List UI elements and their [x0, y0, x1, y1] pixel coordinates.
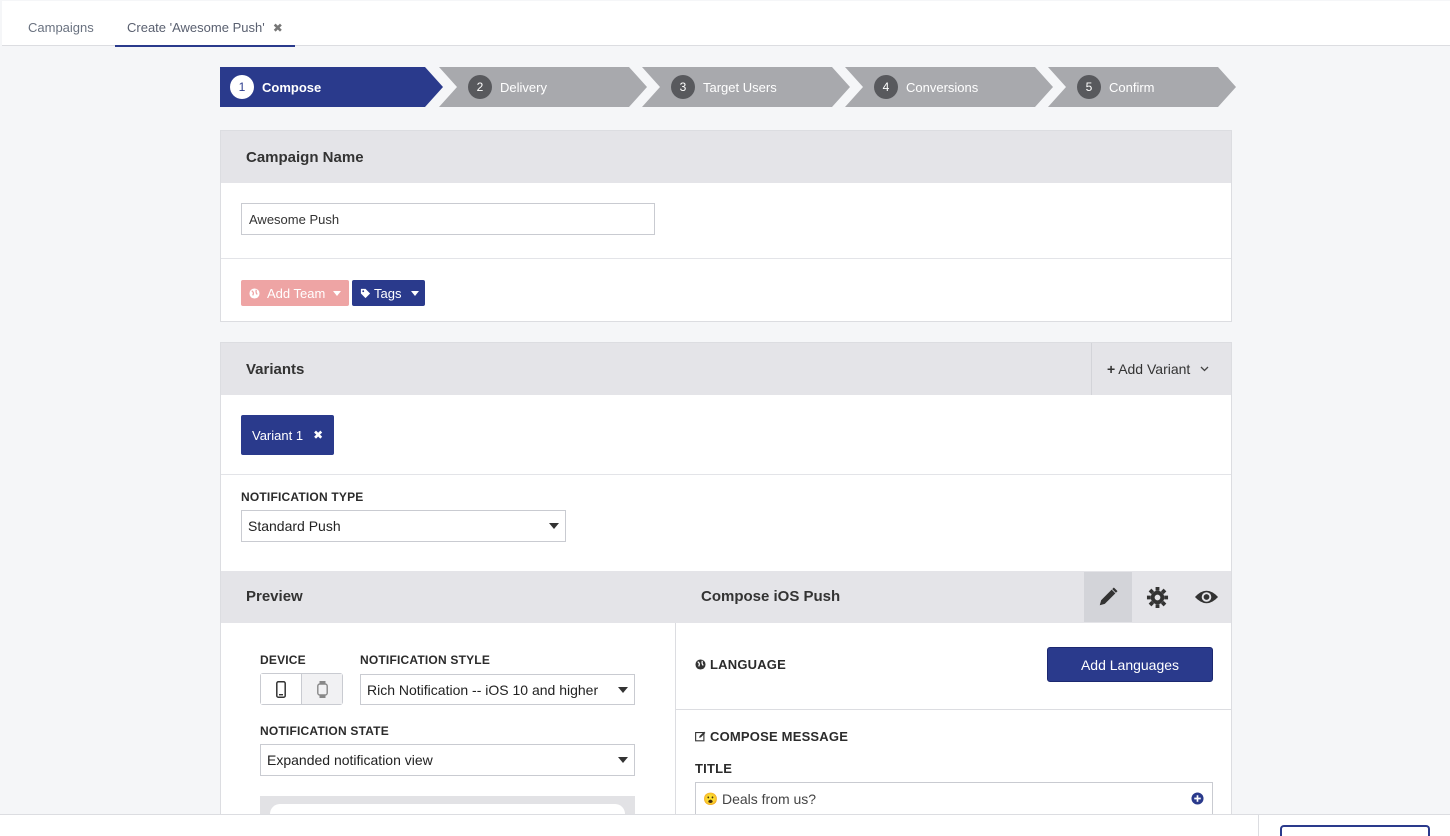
close-tab-icon[interactable]: ✖: [273, 21, 283, 35]
title-value: Deals from us?: [721, 790, 817, 807]
eye-icon: [1194, 590, 1218, 604]
preview-compose-header: Preview Compose iOS Push: [221, 571, 1231, 623]
notification-type-select[interactable]: Standard Push: [241, 510, 566, 542]
caret-down-icon: [549, 523, 559, 529]
notification-style-label: NOTIFICATION STYLE: [360, 653, 491, 667]
device-watch-button[interactable]: [302, 674, 342, 704]
step-label: Delivery: [500, 79, 547, 95]
notification-state-value: Expanded notification view: [267, 752, 433, 768]
notification-type-label: NOTIFICATION TYPE: [241, 490, 364, 504]
tags-button[interactable]: Tags: [352, 280, 425, 306]
edit-square-icon: [695, 731, 706, 742]
step-label: Target Users: [703, 79, 777, 95]
tag-icon: [360, 288, 371, 298]
chevron-down-icon: [1200, 366, 1209, 372]
preview-compose-body: DEVICE NOTIFICATION STYLE Rich Notificat…: [221, 623, 1231, 836]
compose-message-label: COMPOSE MESSAGE: [710, 729, 849, 744]
compose-title: Compose iOS Push: [701, 588, 841, 605]
title-label: TITLE: [695, 761, 733, 776]
step-number: 4: [874, 75, 898, 99]
settings-button[interactable]: [1133, 572, 1181, 622]
notification-type-section: NOTIFICATION TYPE Standard Push: [221, 475, 1231, 571]
device-phone-button[interactable]: [261, 674, 302, 704]
variant-list: Variant 1 ✖: [221, 395, 1231, 475]
preview-title: Preview: [246, 588, 303, 605]
footer-divider: [1258, 815, 1259, 836]
language-label: LANGUAGE: [710, 657, 786, 672]
step-label: Compose: [262, 79, 322, 95]
step-number: 5: [1077, 75, 1101, 99]
plus-icon: +: [1107, 361, 1116, 377]
variants-card: Variants + Add Variant Variant 1 ✖ NOTIF…: [220, 342, 1232, 836]
step-number: 3: [671, 75, 695, 99]
device-label: DEVICE: [260, 653, 306, 667]
step-confirm[interactable]: 5 Confirm: [1048, 67, 1236, 107]
notification-type-value: Standard Push: [248, 518, 341, 534]
gear-icon: [1146, 586, 1168, 608]
compose-panel: LANGUAGE Add Languages COMPOSE MESSAGE T…: [676, 623, 1231, 836]
phone-icon: [276, 680, 286, 698]
notification-style-value: Rich Notification -- iOS 10 and higher: [367, 681, 599, 698]
campaign-name-section: Awesome Push: [221, 183, 1231, 259]
team-tags-section: Add Team Tags: [221, 259, 1231, 321]
step-number: 2: [468, 75, 492, 99]
add-variant-button[interactable]: + Add Variant: [1091, 343, 1231, 395]
tags-label: Tags: [374, 285, 402, 301]
language-section: LANGUAGE Add Languages: [676, 623, 1231, 710]
footer-action-button[interactable]: [1280, 825, 1430, 836]
globe-icon: [249, 287, 260, 299]
wizard-steps: 1 Compose 2 Delivery 3 Target Users 4 Co…: [220, 67, 1236, 107]
compose-message-heading: COMPOSE MESSAGE: [695, 729, 848, 744]
chevron-down-icon: [333, 290, 342, 296]
add-variant-label: Add Variant: [1118, 361, 1191, 377]
title-input[interactable]: 😮 Deals from us?: [695, 782, 1213, 815]
campaign-name-header: Campaign Name: [221, 131, 1231, 183]
tab-create-label: Create 'Awesome Push': [127, 20, 265, 35]
language-heading: LANGUAGE: [695, 657, 786, 672]
chevron-down-icon: [411, 290, 420, 296]
variants-header: Variants + Add Variant: [221, 343, 1231, 395]
watch-icon: [316, 680, 328, 698]
pencil-icon: [1099, 587, 1118, 606]
preview-button[interactable]: [1182, 572, 1230, 622]
edit-mode-button[interactable]: [1084, 572, 1132, 622]
preview-panel: DEVICE NOTIFICATION STYLE Rich Notificat…: [221, 623, 676, 836]
step-number: 1: [230, 75, 254, 99]
add-team-button[interactable]: Add Team: [241, 280, 349, 306]
add-team-label: Add Team: [267, 285, 326, 301]
title-emoji: 😮: [703, 791, 718, 806]
step-label: Confirm: [1109, 79, 1155, 95]
variants-title: Variants: [246, 360, 305, 378]
step-conversions[interactable]: 4 Conversions: [845, 67, 1053, 107]
notification-state-select[interactable]: Expanded notification view: [260, 744, 635, 776]
add-circle-icon[interactable]: [1191, 792, 1204, 805]
top-tab-bar: Campaigns Create 'Awesome Push' ✖: [2, 1, 1450, 47]
campaign-name-card: Campaign Name Awesome Push Add Team Tags: [220, 130, 1232, 322]
variant-tab-1[interactable]: Variant 1 ✖: [241, 415, 334, 455]
tab-create-campaign[interactable]: Create 'Awesome Push' ✖: [115, 1, 295, 47]
device-toggle: [260, 673, 343, 705]
step-target-users[interactable]: 3 Target Users: [642, 67, 850, 107]
caret-down-icon: [618, 686, 628, 693]
tab-campaigns[interactable]: Campaigns: [28, 1, 94, 46]
variant-label: Variant 1: [252, 427, 304, 443]
globe-icon: [695, 659, 706, 670]
step-compose[interactable]: 1 Compose: [220, 67, 443, 107]
wizard-footer-bar: [0, 814, 1450, 836]
caret-down-icon: [618, 757, 628, 763]
remove-variant-icon[interactable]: ✖: [313, 428, 323, 442]
campaign-name-input[interactable]: Awesome Push: [241, 203, 655, 235]
notification-style-select[interactable]: Rich Notification -- iOS 10 and higher: [360, 674, 635, 705]
notification-state-label: NOTIFICATION STATE: [260, 724, 389, 738]
add-languages-button[interactable]: Add Languages: [1047, 647, 1213, 682]
step-delivery[interactable]: 2 Delivery: [439, 67, 647, 107]
step-label: Conversions: [906, 79, 979, 95]
